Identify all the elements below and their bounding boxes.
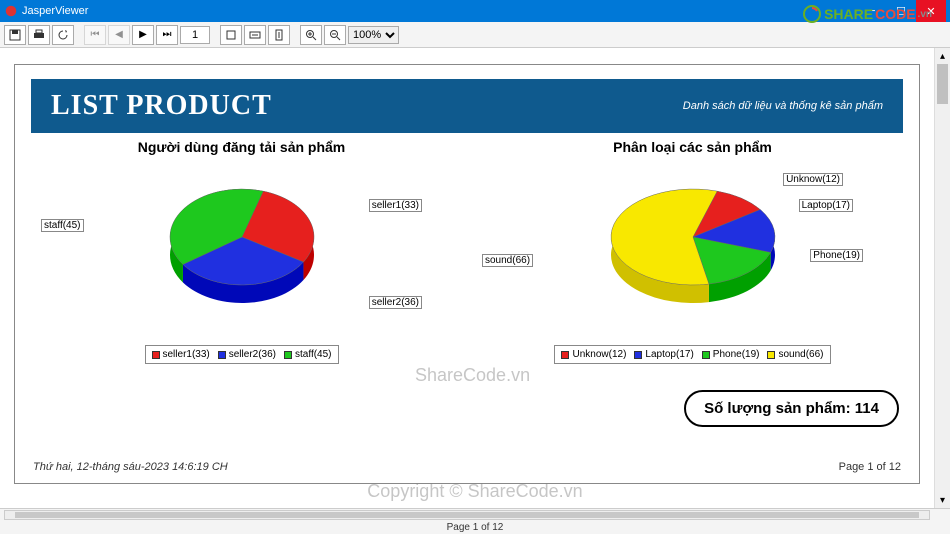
horizontal-scrollbar[interactable] (4, 510, 930, 520)
report-header: LIST PRODUCT Danh sách dữ liệu và thống … (31, 79, 903, 133)
reload-icon (57, 29, 69, 41)
save-icon (9, 29, 21, 41)
first-page-button[interactable]: ⏮ (84, 25, 106, 45)
watermark-center: ShareCode.vn (415, 365, 530, 386)
print-icon (33, 29, 45, 41)
chart1-title: Người dùng đăng tải sản phẩm (31, 139, 452, 155)
page-subtitle: Danh sách dữ liệu và thống kê sản phẩm (683, 100, 883, 112)
sharecode-logo: SHARECODE.vn (802, 4, 932, 24)
status-bar: Page 1 of 12 (0, 508, 950, 534)
label-unknow: Unknow(12) (783, 173, 843, 186)
legend-chart2: Unknow(12) Laptop(17) Phone(19) sound(66… (554, 345, 830, 364)
chart2-title: Phân loại các sản phẩm (482, 139, 903, 155)
last-page-button[interactable]: ⏭ (156, 25, 178, 45)
legend-item: Phone(19) (702, 349, 760, 360)
legend-item: seller1(33) (152, 349, 210, 360)
page-input[interactable] (180, 26, 210, 44)
report-page: LIST PRODUCT Danh sách dữ liệu và thống … (14, 64, 920, 484)
status-page-label: Page 1 of 12 (0, 522, 950, 533)
fit-width-button[interactable] (268, 25, 290, 45)
window-title: JasperViewer (22, 5, 88, 17)
app-icon (4, 4, 18, 18)
zoom-in-button[interactable] (300, 25, 322, 45)
report-footer: Thứ hai, 12-tháng sáu-2023 14:6:19 CH Pa… (33, 461, 901, 473)
zoom-out-button[interactable] (324, 25, 346, 45)
save-button[interactable] (4, 25, 26, 45)
zoom-select[interactable]: 100% (348, 26, 399, 44)
logo-icon (802, 4, 822, 24)
label-seller2: seller2(36) (369, 296, 422, 309)
print-button[interactable] (28, 25, 50, 45)
fit-width-icon (273, 29, 285, 41)
footer-date: Thứ hai, 12-tháng sáu-2023 14:6:19 CH (33, 461, 228, 473)
chart-users: Người dùng đăng tải sản phẩm seller1(33)… (31, 139, 452, 364)
next-page-button[interactable]: ▶ (132, 25, 154, 45)
legend-item: seller2(36) (218, 349, 276, 360)
fit-page-icon (249, 29, 261, 41)
prev-page-button[interactable]: ◀ (108, 25, 130, 45)
legend-chart1: seller1(33) seller2(36) staff(45) (145, 345, 339, 364)
legend-item: Unknow(12) (561, 349, 626, 360)
zoom-out-icon (329, 29, 341, 41)
scroll-up-icon: ▴ (935, 48, 950, 64)
page-title: LIST PRODUCT (51, 90, 272, 122)
scroll-thumb[interactable] (937, 64, 948, 104)
label-staff: staff(45) (41, 219, 84, 232)
actual-size-icon (225, 29, 237, 41)
vertical-scrollbar[interactable]: ▴ ▾ (934, 48, 950, 508)
chart-categories: Phân loại các sản phẩm Unknow(12) Laptop… (482, 139, 903, 364)
label-seller1: seller1(33) (369, 199, 422, 212)
footer-page: Page 1 of 12 (839, 461, 901, 473)
viewport: LIST PRODUCT Danh sách dữ liệu và thống … (0, 48, 950, 508)
toolbar: ⏮ ◀ ▶ ⏭ 100% (0, 22, 950, 48)
fit-page-button[interactable] (244, 25, 266, 45)
actual-size-button[interactable] (220, 25, 242, 45)
legend-item: Laptop(17) (634, 349, 693, 360)
legend-item: staff(45) (284, 349, 332, 360)
label-sound: sound(66) (482, 254, 533, 267)
zoom-in-icon (305, 29, 317, 41)
scroll-down-icon: ▾ (935, 492, 950, 508)
label-laptop: Laptop(17) (799, 199, 853, 212)
product-count-box: Số lượng sản phẩm: 114 (684, 390, 899, 427)
label-phone: Phone(19) (810, 249, 863, 262)
scroll-thumb-h[interactable] (15, 512, 919, 518)
legend-item: sound(66) (767, 349, 823, 360)
watermark-bottom: Copyright © ShareCode.vn (0, 481, 950, 502)
pie-chart-users (112, 159, 372, 329)
reload-button[interactable] (52, 25, 74, 45)
